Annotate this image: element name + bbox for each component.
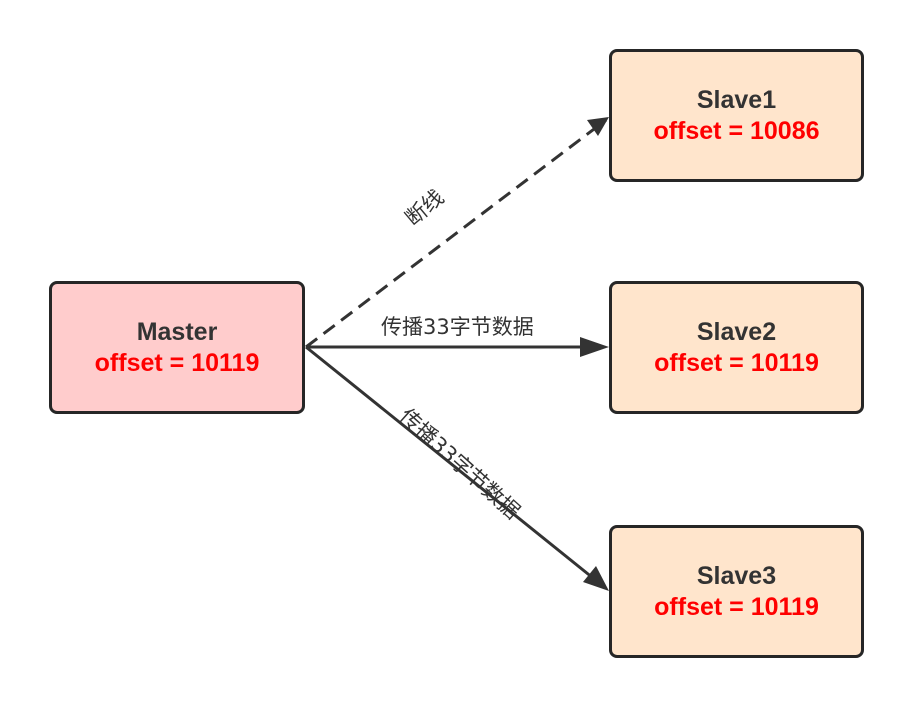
slave1-node: Slave1 offset = 10086 xyxy=(609,49,864,182)
slave2-name: Slave2 xyxy=(696,317,777,346)
arrowhead-slave3 xyxy=(583,566,609,591)
slave3-offset: offset = 10119 xyxy=(654,592,819,621)
slave2-node: Slave2 offset = 10119 xyxy=(609,281,864,414)
slave3-name: Slave3 xyxy=(696,561,777,590)
diagram-canvas: 断线 传播33字节数据 传播33字节数据 Master offset = 101… xyxy=(0,0,912,708)
slave3-node: Slave3 offset = 10119 xyxy=(609,525,864,658)
edge-label-slave2: 传播33字节数据 xyxy=(381,315,534,339)
slave1-name: Slave1 xyxy=(696,85,777,114)
slave1-offset: offset = 10086 xyxy=(653,116,820,145)
master-offset: offset = 10119 xyxy=(94,348,260,377)
slave2-offset: offset = 10119 xyxy=(654,348,819,377)
master-name: Master xyxy=(136,317,218,346)
arrowhead-slave2 xyxy=(580,337,609,357)
master-node: Master offset = 10119 xyxy=(49,281,305,414)
